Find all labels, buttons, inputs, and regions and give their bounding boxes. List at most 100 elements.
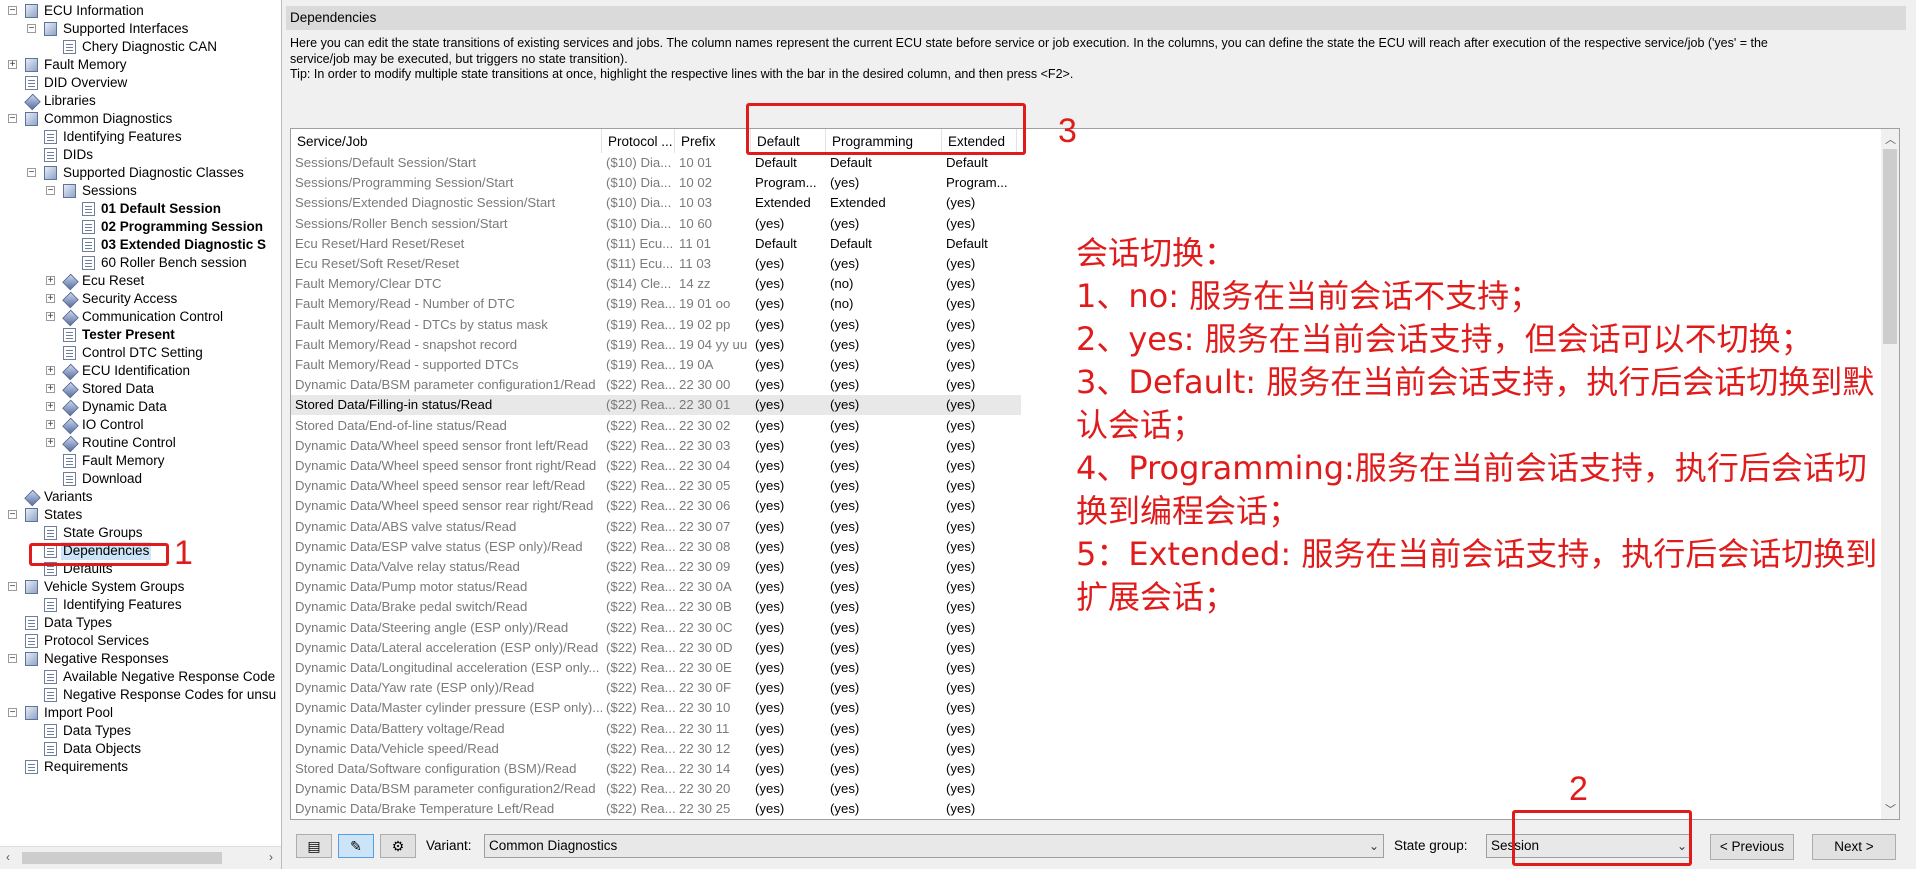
default-cell[interactable]: (yes) [751, 254, 826, 274]
extended-cell[interactable]: (yes) [942, 658, 1017, 678]
programming-cell[interactable]: (yes) [826, 456, 942, 476]
tree-node[interactable]: − Sessions [0, 182, 281, 200]
collapse-icon[interactable]: − [8, 114, 17, 124]
default-cell[interactable]: (yes) [751, 678, 826, 698]
tree-node[interactable]: Control DTC Setting [0, 344, 281, 362]
programming-cell[interactable]: (yes) [826, 678, 942, 698]
tree-node[interactable]: Tester Present [0, 326, 281, 344]
extended-cell[interactable]: (yes) [942, 436, 1017, 456]
expand-icon[interactable]: + [46, 420, 55, 430]
table-row[interactable]: Dynamic Data/Longitudinal acceleration (… [291, 658, 1021, 678]
default-cell[interactable]: (yes) [751, 476, 826, 496]
programming-cell[interactable]: (no) [826, 294, 942, 314]
programming-cell[interactable]: (no) [826, 274, 942, 294]
extended-cell[interactable]: (yes) [942, 618, 1017, 638]
table-row[interactable]: Dynamic Data/Pump motor status/Read ($22)… [291, 577, 1021, 597]
programming-cell[interactable]: (yes) [826, 173, 942, 193]
default-cell[interactable]: (yes) [751, 638, 826, 658]
tree-node[interactable]: − States [0, 506, 281, 524]
extended-cell[interactable]: (yes) [942, 739, 1017, 759]
extended-cell[interactable]: Program... [942, 173, 1017, 193]
collapse-icon[interactable]: − [8, 582, 17, 592]
default-cell[interactable]: (yes) [751, 315, 826, 335]
variant-select[interactable]: Common Diagnostics ⌄ [484, 834, 1384, 858]
default-cell[interactable]: (yes) [751, 395, 826, 415]
programming-cell[interactable]: Default [826, 234, 942, 254]
default-cell[interactable]: Default [751, 234, 826, 254]
table-row[interactable]: Stored Data/Software configuration (BSM)… [291, 759, 1021, 779]
table-row[interactable]: Sessions/Default Session/Start ($10) Dia.… [291, 153, 1021, 173]
default-cell[interactable]: Default [751, 153, 826, 173]
tree-node[interactable]: Requirements [0, 758, 281, 776]
table-row[interactable]: Dynamic Data/Wheel speed sensor front le… [291, 436, 1021, 456]
tree-node[interactable]: + Fault Memory [0, 56, 281, 74]
edit-view-icon[interactable]: ✎ [338, 834, 374, 858]
default-cell[interactable]: (yes) [751, 719, 826, 739]
column-header-protocol[interactable]: Protocol ... [602, 129, 675, 153]
tree-horizontal-scrollbar[interactable]: ‹ › [0, 846, 281, 869]
expand-icon[interactable]: + [46, 366, 55, 376]
default-cell[interactable]: (yes) [751, 456, 826, 476]
collapse-icon[interactable]: − [46, 186, 55, 196]
default-cell[interactable]: (yes) [751, 416, 826, 436]
table-row[interactable]: Dynamic Data/Brake pedal switch/Read ($22… [291, 597, 1021, 617]
table-row[interactable]: Stored Data/End-of-line status/Read ($22)… [291, 416, 1021, 436]
tree-node[interactable]: − Common Diagnostics [0, 110, 281, 128]
extended-cell[interactable]: (yes) [942, 517, 1017, 537]
previous-button[interactable]: < Previous [1710, 834, 1794, 860]
tree-node[interactable]: Identifying Features [0, 596, 281, 614]
programming-cell[interactable]: (yes) [826, 658, 942, 678]
tree-node[interactable]: 01 Default Session [0, 200, 281, 218]
extended-cell[interactable]: Default [942, 234, 1017, 254]
extended-cell[interactable]: (yes) [942, 678, 1017, 698]
default-cell[interactable]: (yes) [751, 597, 826, 617]
tree-node[interactable]: Chery Diagnostic CAN [0, 38, 281, 56]
table-row[interactable]: Fault Memory/Read - DTCs by status mask (… [291, 315, 1021, 335]
tree-node[interactable]: Data Types [0, 722, 281, 740]
table-row[interactable]: Dynamic Data/Lateral acceleration (ESP o… [291, 638, 1021, 658]
tree-node[interactable]: − Supported Diagnostic Classes [0, 164, 281, 182]
tree-node[interactable]: DIDs [0, 146, 281, 164]
extended-cell[interactable]: (yes) [942, 416, 1017, 436]
tree-node[interactable]: State Groups [0, 524, 281, 542]
extended-cell[interactable]: (yes) [942, 294, 1017, 314]
programming-cell[interactable]: (yes) [826, 315, 942, 335]
expand-icon[interactable]: + [46, 402, 55, 412]
tree-node[interactable]: Protocol Services [0, 632, 281, 650]
programming-cell[interactable]: Extended [826, 193, 942, 213]
programming-cell[interactable]: (yes) [826, 557, 942, 577]
settings-view-icon[interactable]: ⚙ [380, 834, 416, 858]
scroll-up-arrow-icon[interactable]: ︿ [1885, 131, 1896, 147]
default-cell[interactable]: Program... [751, 173, 826, 193]
extended-cell[interactable]: (yes) [942, 214, 1017, 234]
default-cell[interactable]: (yes) [751, 799, 826, 819]
programming-cell[interactable]: (yes) [826, 476, 942, 496]
extended-cell[interactable]: (yes) [942, 557, 1017, 577]
tree-node[interactable]: Data Objects [0, 740, 281, 758]
programming-cell[interactable]: (yes) [826, 254, 942, 274]
tree-node[interactable]: + Dynamic Data [0, 398, 281, 417]
table-row[interactable]: Ecu Reset/Soft Reset/Reset ($11) Ecu... 11… [291, 254, 1021, 274]
default-cell[interactable]: (yes) [751, 496, 826, 516]
table-row[interactable]: Dynamic Data/Battery voltage/Read ($22) R… [291, 719, 1021, 739]
table-row[interactable]: Dynamic Data/Brake Temperature Left/Read… [291, 799, 1021, 819]
tree-node[interactable]: 02 Programming Session [0, 218, 281, 236]
tree-node[interactable]: DID Overview [0, 74, 281, 92]
collapse-icon[interactable]: − [8, 510, 17, 520]
programming-cell[interactable]: (yes) [826, 577, 942, 597]
navigation-tree[interactable]: − ECU Information − Supported Interfaces Che… [0, 0, 282, 869]
extended-cell[interactable]: (yes) [942, 375, 1017, 395]
default-cell[interactable]: (yes) [751, 739, 826, 759]
collapse-icon[interactable]: − [8, 654, 17, 664]
tree-node[interactable]: Fault Memory [0, 452, 281, 470]
extended-cell[interactable]: (yes) [942, 698, 1017, 718]
tree-node[interactable]: + IO Control [0, 416, 281, 435]
tree-node[interactable]: + ECU Identification [0, 362, 281, 381]
programming-cell[interactable]: (yes) [826, 759, 942, 779]
programming-cell[interactable]: (yes) [826, 496, 942, 516]
column-header-service-job[interactable]: Service/Job [291, 129, 602, 153]
tree-node[interactable]: Variants [0, 488, 281, 507]
extended-cell[interactable]: (yes) [942, 395, 1017, 415]
collapse-icon[interactable]: − [27, 24, 36, 34]
default-cell[interactable]: (yes) [751, 436, 826, 456]
